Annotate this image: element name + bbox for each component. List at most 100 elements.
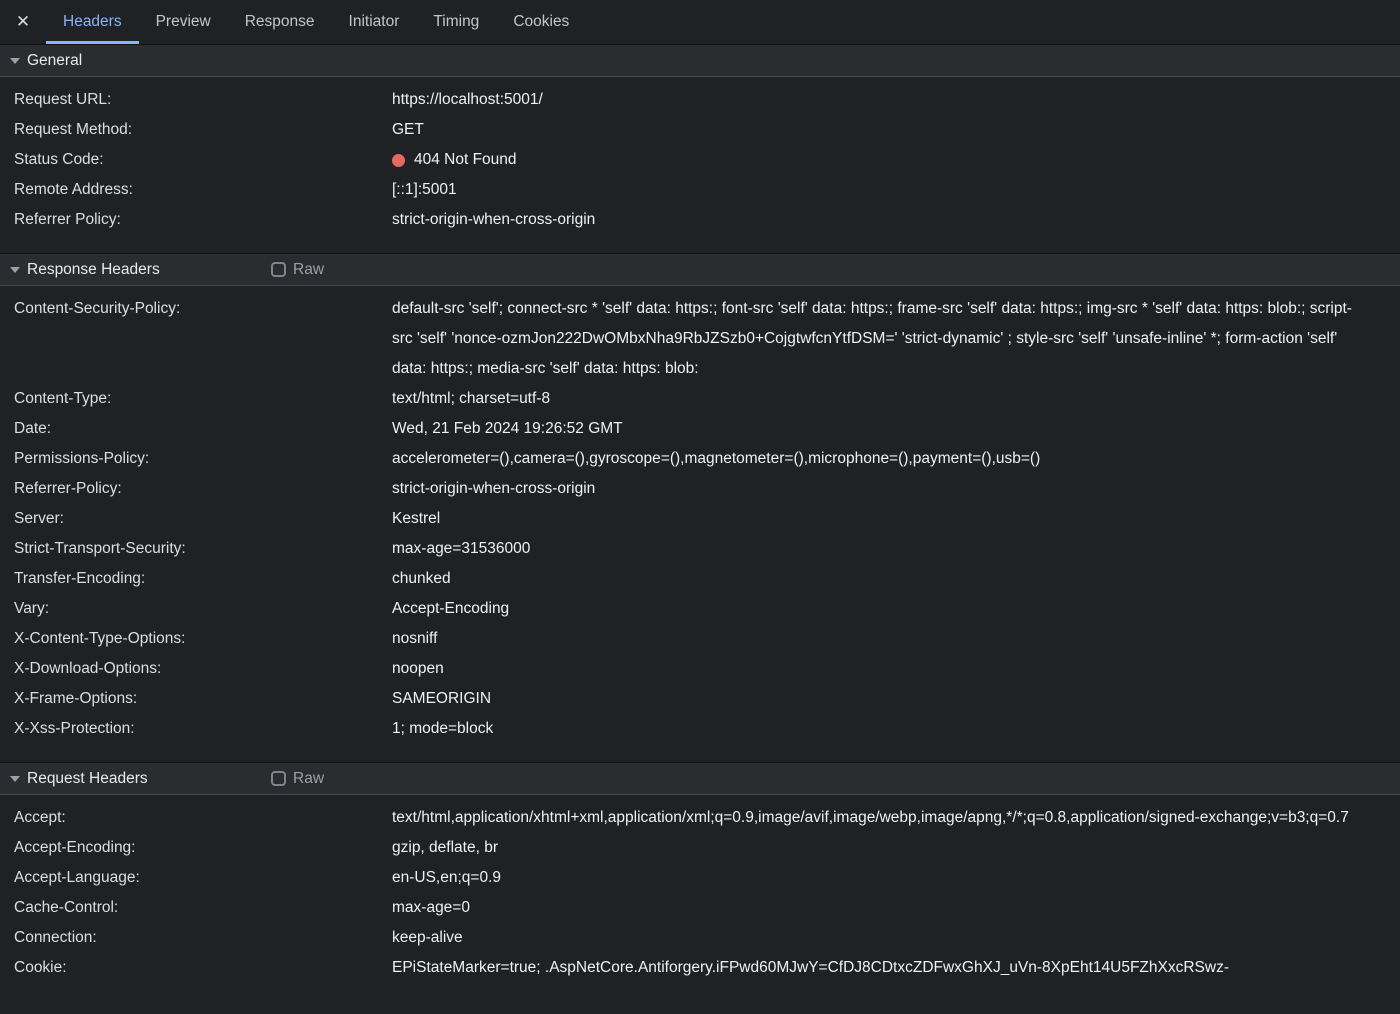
- header-row-x-download-options: X-Download-Options: noopen: [14, 654, 1365, 684]
- header-value: https://localhost:5001/: [392, 85, 1365, 115]
- close-icon[interactable]: ✕: [0, 0, 46, 44]
- header-row-content-security-policy: Content-Security-Policy: default-src 'se…: [14, 294, 1365, 384]
- network-detail-tabbar: ✕ Headers Preview Response Initiator Tim…: [0, 0, 1400, 44]
- header-row-connection: Connection: keep-alive: [14, 923, 1365, 953]
- header-name: Server:: [14, 504, 392, 534]
- header-row-content-type: Content-Type: text/html; charset=utf-8: [14, 384, 1365, 414]
- request-headers-section: Request Headers Raw Accept: text/html,ap…: [0, 762, 1400, 1001]
- request-headers-section-body: Accept: text/html,application/xhtml+xml,…: [0, 795, 1400, 1001]
- header-name: Accept-Encoding:: [14, 833, 392, 863]
- header-name: Cookie:: [14, 953, 392, 983]
- header-name: Connection:: [14, 923, 392, 953]
- header-row-request-url: Request URL: https://localhost:5001/: [14, 85, 1365, 115]
- header-value: EPiStateMarker=true; .AspNetCore.Antifor…: [392, 953, 1365, 983]
- disclosure-triangle-icon: [10, 776, 20, 782]
- disclosure-triangle-icon: [10, 267, 20, 273]
- header-name: Transfer-Encoding:: [14, 564, 392, 594]
- header-row-date: Date: Wed, 21 Feb 2024 19:26:52 GMT: [14, 414, 1365, 444]
- header-name: Accept:: [14, 803, 392, 833]
- header-row-x-content-type-options: X-Content-Type-Options: nosniff: [14, 624, 1365, 654]
- header-name: X-Frame-Options:: [14, 684, 392, 714]
- header-name: Content-Security-Policy:: [14, 294, 392, 384]
- header-row-request-method: Request Method: GET: [14, 115, 1365, 145]
- raw-toggle-request[interactable]: Raw: [271, 770, 324, 788]
- header-row-status-code: Status Code: 404 Not Found: [14, 145, 1365, 175]
- header-row-cookie: Cookie: EPiStateMarker=true; .AspNetCore…: [14, 953, 1365, 983]
- header-row-x-xss-protection: X-Xss-Protection: 1; mode=block: [14, 714, 1365, 744]
- disclosure-triangle-icon: [10, 58, 20, 64]
- response-headers-section: Response Headers Raw Content-Security-Po…: [0, 253, 1400, 762]
- response-headers-section-header[interactable]: Response Headers Raw: [0, 253, 1400, 286]
- header-row-x-frame-options: X-Frame-Options: SAMEORIGIN: [14, 684, 1365, 714]
- header-value: chunked: [392, 564, 1365, 594]
- header-name: Accept-Language:: [14, 863, 392, 893]
- header-name: Permissions-Policy:: [14, 444, 392, 474]
- raw-label: Raw: [293, 261, 324, 279]
- tab-initiator[interactable]: Initiator: [332, 0, 417, 44]
- header-value: gzip, deflate, br: [392, 833, 1365, 863]
- header-value: text/html,application/xhtml+xml,applicat…: [392, 803, 1365, 833]
- header-name: Remote Address:: [14, 175, 392, 205]
- header-value: Accept-Encoding: [392, 594, 1365, 624]
- tab-response[interactable]: Response: [228, 0, 332, 44]
- header-name: Referrer-Policy:: [14, 474, 392, 504]
- header-name: Strict-Transport-Security:: [14, 534, 392, 564]
- header-row-transfer-encoding: Transfer-Encoding: chunked: [14, 564, 1365, 594]
- tab-preview[interactable]: Preview: [139, 0, 228, 44]
- header-row-remote-address: Remote Address: [::1]:5001: [14, 175, 1365, 205]
- header-value: accelerometer=(),camera=(),gyroscope=(),…: [392, 444, 1365, 474]
- header-value: [::1]:5001: [392, 175, 1365, 205]
- raw-label: Raw: [293, 770, 324, 788]
- header-row-server: Server: Kestrel: [14, 504, 1365, 534]
- header-name: Request URL:: [14, 85, 392, 115]
- header-row-referrer-policy: Referrer-Policy: strict-origin-when-cros…: [14, 474, 1365, 504]
- tab-headers[interactable]: Headers: [46, 0, 139, 44]
- raw-checkbox-icon[interactable]: [271, 262, 286, 277]
- header-value: noopen: [392, 654, 1365, 684]
- tab-timing[interactable]: Timing: [416, 0, 496, 44]
- raw-checkbox-icon[interactable]: [271, 771, 286, 786]
- header-row-accept: Accept: text/html,application/xhtml+xml,…: [14, 803, 1365, 833]
- header-value: 1; mode=block: [392, 714, 1365, 744]
- section-title-general: General: [27, 52, 82, 70]
- raw-toggle-response[interactable]: Raw: [271, 261, 324, 279]
- header-value: nosniff: [392, 624, 1365, 654]
- header-row-referrer-policy: Referrer Policy: strict-origin-when-cros…: [14, 205, 1365, 235]
- response-headers-section-body: Content-Security-Policy: default-src 'se…: [0, 286, 1400, 762]
- header-value: Kestrel: [392, 504, 1365, 534]
- header-value: 404 Not Found: [392, 145, 1365, 175]
- header-row-cache-control: Cache-Control: max-age=0: [14, 893, 1365, 923]
- request-headers-section-header[interactable]: Request Headers Raw: [0, 762, 1400, 795]
- header-value: SAMEORIGIN: [392, 684, 1365, 714]
- header-value: Wed, 21 Feb 2024 19:26:52 GMT: [392, 414, 1365, 444]
- header-name: Status Code:: [14, 145, 392, 175]
- general-section-header[interactable]: General: [0, 44, 1400, 77]
- header-value: keep-alive: [392, 923, 1365, 953]
- header-value: text/html; charset=utf-8: [392, 384, 1365, 414]
- header-name: X-Content-Type-Options:: [14, 624, 392, 654]
- header-name: Content-Type:: [14, 384, 392, 414]
- section-title-response-headers: Response Headers: [27, 261, 160, 279]
- header-row-accept-encoding: Accept-Encoding: gzip, deflate, br: [14, 833, 1365, 863]
- section-title-request-headers: Request Headers: [27, 770, 148, 788]
- status-text: 404 Not Found: [414, 145, 517, 175]
- header-value: GET: [392, 115, 1365, 145]
- header-name: Date:: [14, 414, 392, 444]
- header-value: en-US,en;q=0.9: [392, 863, 1365, 893]
- network-request-details-panel: ✕ Headers Preview Response Initiator Tim…: [0, 0, 1400, 1001]
- header-value: default-src 'self'; connect-src * 'self'…: [392, 294, 1365, 384]
- header-name: Referrer Policy:: [14, 205, 392, 235]
- tab-cookies[interactable]: Cookies: [496, 0, 586, 44]
- general-section: General Request URL: https://localhost:5…: [0, 44, 1400, 253]
- header-name: Cache-Control:: [14, 893, 392, 923]
- header-name: X-Xss-Protection:: [14, 714, 392, 744]
- header-row-strict-transport-security: Strict-Transport-Security: max-age=31536…: [14, 534, 1365, 564]
- general-section-body: Request URL: https://localhost:5001/ Req…: [0, 77, 1400, 253]
- header-row-vary: Vary: Accept-Encoding: [14, 594, 1365, 624]
- header-value: strict-origin-when-cross-origin: [392, 474, 1365, 504]
- header-row-accept-language: Accept-Language: en-US,en;q=0.9: [14, 863, 1365, 893]
- header-value: max-age=31536000: [392, 534, 1365, 564]
- header-name: Request Method:: [14, 115, 392, 145]
- header-row-permissions-policy: Permissions-Policy: accelerometer=(),cam…: [14, 444, 1365, 474]
- header-value: strict-origin-when-cross-origin: [392, 205, 1365, 235]
